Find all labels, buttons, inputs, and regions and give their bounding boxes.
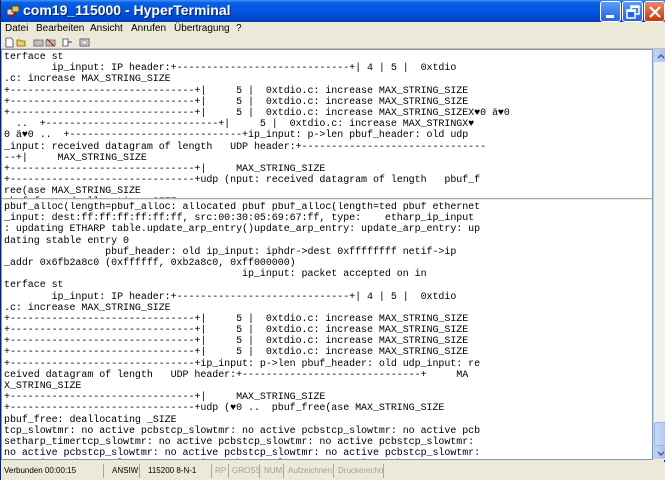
status-separator [259,464,260,478]
terminal-line: +-------------------------------+| 5 | 0… [4,85,469,97]
status-separator [103,464,104,478]
arrow-down-icon [657,451,665,457]
arrow-up-icon [657,53,665,59]
terminal-line: +-------------------------------+| 5 | 0… [4,336,469,348]
terminal-line: tcp_slowtmr: no active pcbstcp_slowtmr: … [4,425,481,437]
status-separator [211,464,212,478]
new-icon[interactable] [4,37,15,48]
terminal-line: _input: received datagram of length UDP … [4,141,487,153]
status-bar: Verbunden 00:00:15 ANSIW 115200 8-N-1 RP… [1,462,665,480]
close-button[interactable] [644,1,665,22]
terminal-line: pbuf_header: old ip_input: iphdr->dest 0… [4,246,457,258]
minimize-button[interactable] [600,1,621,22]
scroll-thumb[interactable] [654,422,665,446]
status-separator [228,464,229,478]
maximize-button[interactable] [622,1,643,22]
status-separator [333,464,334,478]
menu-anrufen[interactable]: Anrufen [131,22,166,36]
terminal-line: +-------------------------------+| MAX_S… [4,163,326,175]
status-num: NUM [264,466,283,475]
terminal-line: +-------------------------------+| 5 | 0… [4,107,510,119]
hyperterminal-window: com19_115000 - HyperTerminal Datei Bearb… [0,0,665,480]
terminal-line: ip_input: packet accepted on in [4,269,427,281]
close-icon [649,6,661,18]
terminal-line: ceived datagram of length UDP header:+--… [4,369,469,381]
menu-datei[interactable]: Datei [5,22,28,36]
terminal-line: : updating ETHARP table.update_arp_entry… [4,224,481,236]
status-capture: Aufzeichnen [288,466,333,475]
terminal-line: .c: increase MAX_STRING_SIZE [4,74,171,86]
status-rp: RP [215,466,227,475]
terminal-line: +-------------------------------+ip_inpu… [4,358,481,370]
terminal-line: .c: increase MAX_STRING_SIZE [4,302,171,314]
status-separator [283,464,284,478]
terminal-line: setharp_timertcp_slowtmr: no active pcbs… [4,436,475,448]
menu-bearbeiten[interactable]: Bearbeiten [36,22,84,36]
window-title: com19_115000 - HyperTerminal [23,2,231,18]
status-separator [383,464,384,478]
terminal-line: +-------------------------------+| 5 | 0… [4,325,469,337]
minimize-icon [606,15,614,18]
status-emulation: ANSIW [112,466,139,475]
terminal-line: X_STRING_SIZE [4,381,82,392]
terminal-line: +-------------------------------+| 5 | 0… [4,347,469,359]
open-icon[interactable] [16,37,27,48]
terminal-line: ip_input: IP header:+-------------------… [4,63,457,75]
menu-ansicht[interactable]: Ansicht [90,22,123,36]
terminal-line: .. +-----------------------------+| 5 | … [4,119,475,131]
terminal-line: no active pcbstcp_slowtmr: no active pcb… [4,459,652,460]
terminal-line: terface st [4,280,64,292]
terminal-line: 0 ä♥0 .. +-----------------------------+… [4,130,469,142]
status-connected: Verbunden 00:00:15 [4,466,77,475]
vertical-scrollbar[interactable] [653,49,665,460]
backscroll-buffer: terface st ip_input: IP header:+--------… [4,52,652,198]
menu-uebertragung[interactable]: Übertragung [174,22,230,36]
send-icon[interactable] [62,37,73,48]
menu-bar: Datei Bearbeiten Ansicht Anrufen Übertra… [1,22,665,36]
status-echo: Druckerecho [338,466,384,475]
terminal-line: terface st [4,52,64,63]
terminal-screen[interactable]: terface st ip_input: IP header:+--------… [1,49,653,460]
maximize-icon [626,5,640,19]
terminal-output: pbuf_alloc(length=pbuf_alloc: allocated … [4,202,652,460]
terminal-line: ip_input: IP header:+-------------------… [4,291,457,303]
terminal-line: no active pcbstcp_slowtmr: no active pcb… [4,448,481,460]
terminal-line: --+| MAX_STRING_SIZE [4,152,147,164]
scroll-up-button[interactable] [654,49,665,62]
status-settings: 115200 8-N-1 [148,466,197,475]
call-icon[interactable] [33,37,44,48]
terminal-line: +-------------------------------+| 5 | 0… [4,96,469,108]
terminal-line: pbuf_alloc(length=pbuf_alloc: allocated … [4,202,481,213]
terminal-line: +-------------------------------+| 5 | 0… [4,313,469,325]
disconnect-icon[interactable] [45,37,56,48]
terminal-line: dating stable entry 0 [4,235,129,247]
terminal-line: ree(ase MAX_STRING_SIZE [4,186,141,198]
terminal-line: _input: dest:ff:ff:ff:ff:ff:ff, src:00:3… [4,213,475,225]
hyperterminal-icon[interactable] [6,4,20,18]
toolbar [1,36,665,49]
status-separator [139,464,140,478]
properties-icon[interactable] [79,37,90,48]
terminal-line: pbuf_free: deallocating _SIZE [4,414,177,426]
terminal-line: +-------------------------------+udp (♥0… [4,403,445,415]
terminal-line: _addr 0x6fb2a8c0 (0xffffff, 0xb2a8c0, 0x… [4,257,296,269]
menu-help[interactable]: ? [236,22,242,36]
buffer-divider [2,198,652,200]
terminal-line: +-------------------------------+udp (np… [4,175,481,187]
scroll-down-button[interactable] [654,446,665,459]
terminal-line: +-------------------------------+| MAX_S… [4,392,326,404]
title-bar[interactable]: com19_115000 - HyperTerminal [1,0,665,22]
status-gross: GROSS [232,466,261,475]
